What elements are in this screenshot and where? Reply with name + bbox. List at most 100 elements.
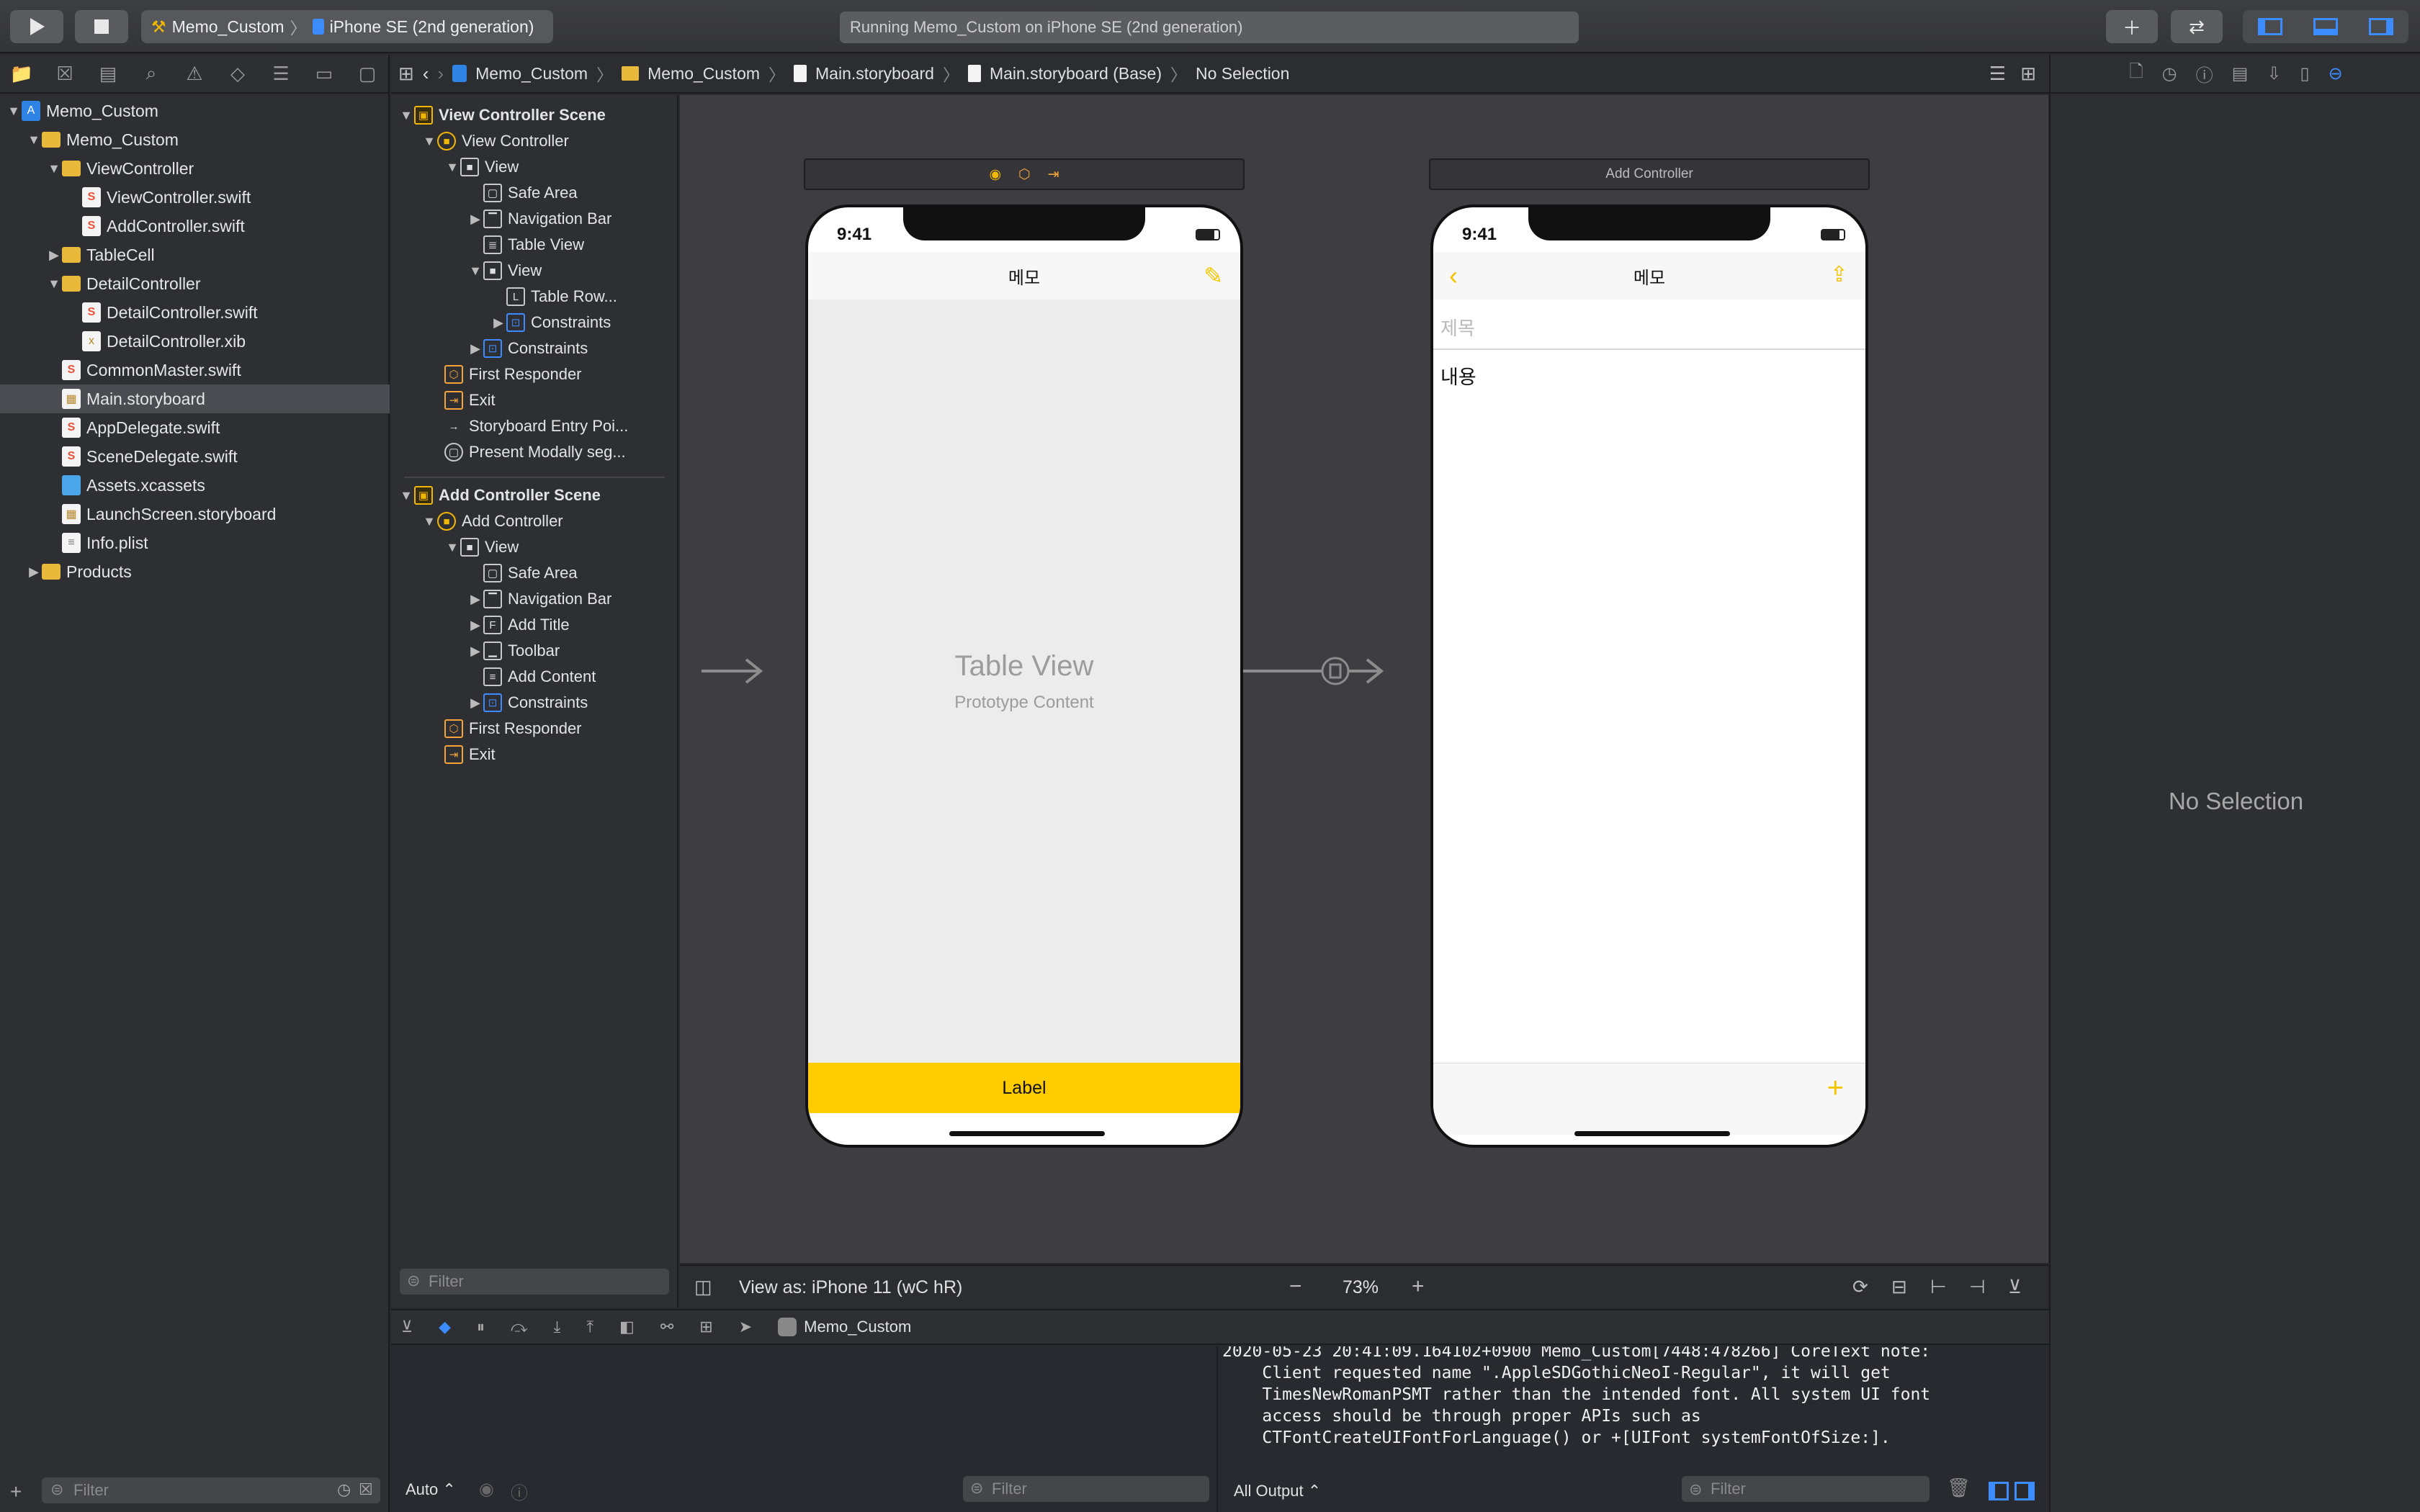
step-into-icon[interactable]: ⤓ (554, 1318, 561, 1336)
trash-icon[interactable]: 🗑 (1947, 1477, 1971, 1499)
recent-files-icon[interactable]: ◷ (337, 1480, 351, 1499)
library-button[interactable]: ＋ (2106, 10, 2158, 43)
scene-dock-add-controller[interactable]: Add Controller (1429, 158, 1870, 190)
breadcrumb-localization[interactable]: Main.storyboard (Base) (990, 64, 1162, 84)
outline-row[interactable]: ⇥ Exit (444, 387, 496, 413)
tree-item[interactable]: ▦ LaunchScreen.storyboard (0, 500, 390, 528)
add-controller-phone[interactable]: 9:41 ‹ 메모 ⇪ 제목 내용 + (1430, 204, 1868, 1148)
add-plus-icon[interactable]: + (1827, 1072, 1844, 1104)
disclosure-closed-icon[interactable]: ▶ (467, 592, 483, 607)
view-debugger-icon[interactable]: ◧ (619, 1318, 635, 1336)
content-text-view[interactable]: 내용 (1440, 361, 1476, 390)
tree-item[interactable]: ▶ Products (0, 557, 390, 586)
history-inspector-icon[interactable]: ◷ (2162, 63, 2177, 84)
disclosure-open-icon[interactable]: ▼ (467, 264, 483, 279)
forward-icon[interactable]: › (437, 63, 444, 85)
outline-row[interactable]: ▶ ⊡ Constraints (490, 310, 611, 336)
breakpoint-tab-icon[interactable]: ▭ (302, 54, 346, 93)
add-constraints-icon[interactable]: ⊣ (1969, 1276, 1986, 1298)
source-control-tab-icon[interactable]: ☒ (43, 54, 86, 93)
disclosure-open-icon[interactable]: ▼ (421, 134, 437, 149)
test-tab-icon[interactable]: ◇ (216, 54, 259, 93)
storyboard-canvas[interactable]: ◉ ⬡ ⇥ 9:41 메모 ✎ Table View Prototype Con… (680, 95, 2048, 1263)
tree-item[interactable]: x DetailController.xib (0, 327, 390, 356)
add-editor-icon[interactable]: ⊞ (2020, 63, 2036, 85)
navigation-bar[interactable]: ‹ 메모 ⇪ (1433, 252, 1865, 300)
disclosure-closed-icon[interactable]: ▶ (490, 315, 506, 330)
disclosure-open-icon[interactable]: ▼ (421, 514, 437, 529)
outline-row[interactable]: → Storyboard Entry Poi... (444, 413, 629, 439)
find-tab-icon[interactable]: ⌕ (130, 54, 173, 93)
info-icon[interactable]: ⓘ (511, 1479, 528, 1504)
exit-icon[interactable]: ⇥ (1048, 166, 1059, 183)
outline-row[interactable]: ⇥ Exit (444, 742, 496, 768)
outline-row[interactable]: ≡ Add Content (483, 664, 596, 690)
outline-row[interactable]: ▶ ▔ Navigation Bar (467, 206, 611, 232)
disclosure-open-icon[interactable]: ▼ (46, 276, 62, 292)
outline-row[interactable]: ▼ ■ View (444, 154, 519, 180)
entry-point-arrow[interactable] (702, 657, 766, 685)
show-console-icon[interactable] (2015, 1482, 2035, 1500)
disclosure-open-icon[interactable]: ▼ (444, 540, 460, 555)
variables-mode-select[interactable]: Auto ⌃ (405, 1480, 456, 1499)
tree-item[interactable]: S SceneDelegate.swift (0, 442, 390, 471)
outline-row[interactable]: ▶ ▁ Toolbar (467, 638, 560, 664)
tree-item[interactable]: S CommonMaster.swift (0, 356, 390, 384)
breadcrumb-group[interactable]: Memo_Custom (647, 64, 760, 84)
tree-item[interactable]: S DetailController.swift (0, 298, 390, 327)
tree-item[interactable]: S ViewController.swift (0, 183, 390, 212)
project-navigator-tab-icon[interactable]: 📁 (0, 54, 43, 93)
tree-item-selected[interactable]: ▦ Main.storyboard (0, 384, 390, 413)
outline-row[interactable]: ▼ ▣ View Controller Scene (398, 102, 606, 128)
back-chevron-icon[interactable]: ‹ (1449, 261, 1458, 291)
report-tab-icon[interactable]: ▢ (346, 54, 389, 93)
view-controller-icon[interactable]: ◉ (989, 166, 1001, 183)
first-responder-icon[interactable]: ⬡ (1018, 166, 1031, 183)
console-view[interactable]: 2020-05-23 20:41:09.164102+0900 Memo_Cus… (1219, 1346, 2049, 1512)
location-icon[interactable]: ➤ (739, 1318, 752, 1336)
disclosure-open-icon[interactable]: ▼ (26, 132, 42, 148)
disclosure-open-icon[interactable]: ▼ (444, 160, 460, 175)
issue-tab-icon[interactable]: ⚠ (173, 54, 216, 93)
outline-row[interactable]: ≣ Table View (483, 232, 584, 258)
outline-row[interactable]: ⬡ First Responder (444, 716, 582, 742)
connections-inspector-icon[interactable]: ⊖ (2329, 63, 2343, 84)
navigation-bar[interactable]: 메모 ✎ (808, 252, 1240, 300)
scene-dock-view-controller[interactable]: ◉ ⬡ ⇥ (804, 158, 1245, 190)
step-over-icon[interactable]: ⤼ (511, 1318, 528, 1336)
environment-overrides-icon[interactable]: ⊞ (699, 1318, 712, 1336)
step-out-icon[interactable]: ⤒ (586, 1318, 593, 1336)
review-changes-button[interactable]: ⇄ (2171, 10, 2223, 43)
tree-item[interactable]: ▼ ViewController (0, 154, 390, 183)
inspector-toggle-icon[interactable] (2368, 18, 2393, 35)
show-variables-icon[interactable] (1989, 1482, 2009, 1500)
tree-item[interactable]: Assets.xcassets (0, 471, 390, 500)
tree-item[interactable]: ≡ Info.plist (0, 528, 390, 557)
run-button[interactable] (10, 10, 63, 43)
help-inspector-icon[interactable]: ⓘ (2196, 61, 2213, 86)
compose-icon[interactable]: ✎ (1204, 262, 1223, 289)
identity-inspector-icon[interactable]: ▤ (2232, 63, 2249, 84)
disclosure-closed-icon[interactable]: ▶ (467, 696, 483, 711)
eye-icon[interactable]: ◉ (479, 1479, 494, 1500)
navigator-filter-input[interactable]: ⊜ Filter ◷ ☒ (42, 1477, 380, 1503)
debug-tab-icon[interactable]: ☰ (259, 54, 302, 93)
outline-row[interactable]: ▼ ■ Add Controller (421, 508, 563, 534)
outline-row[interactable]: ▢ Safe Area (483, 180, 578, 206)
hide-debug-area-icon[interactable]: ⊻ (401, 1318, 413, 1336)
debug-toggle-icon[interactable] (2313, 18, 2338, 35)
memory-graph-icon[interactable]: ⚯ (660, 1318, 673, 1336)
variables-filter-input[interactable]: ⊜ Filter (963, 1476, 1209, 1502)
outline-filter-input[interactable]: ⊜ Filter (400, 1269, 669, 1295)
share-icon[interactable]: ⇪ (1830, 262, 1848, 287)
tree-item[interactable]: S AppDelegate.swift (0, 413, 390, 442)
title-text-field[interactable]: 제목 (1433, 301, 1865, 350)
disclosure-open-icon[interactable]: ▼ (398, 108, 414, 123)
editor-options-icon[interactable]: ☰ (1989, 63, 2006, 85)
disclosure-closed-icon[interactable]: ▶ (467, 212, 483, 227)
navigator-toggle-icon[interactable] (2258, 18, 2283, 35)
outline-row[interactable]: ▼ ■ View Controller (421, 128, 569, 154)
outline-toggle-icon[interactable]: ◫ (694, 1276, 712, 1298)
breakpoints-toggle-icon[interactable]: ◆ (439, 1318, 451, 1336)
pause-icon[interactable]: ⏸ (477, 1318, 485, 1336)
